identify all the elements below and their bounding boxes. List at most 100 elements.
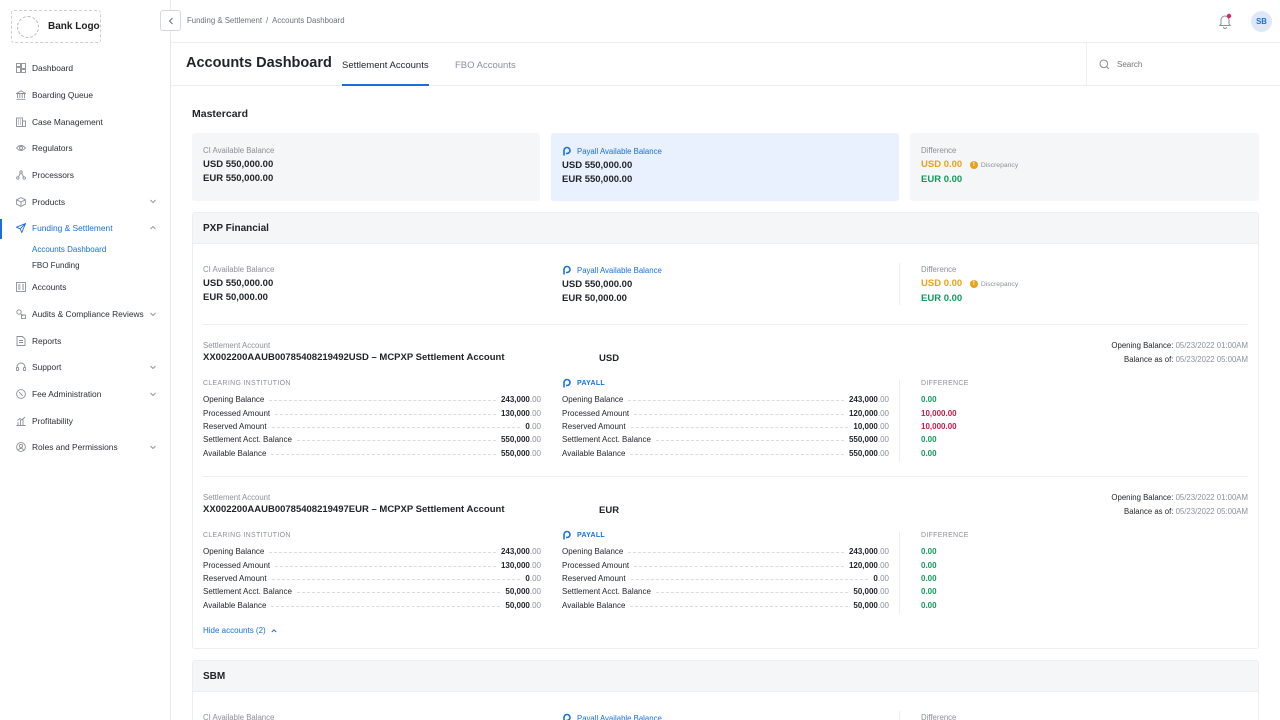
leader-dots bbox=[296, 440, 496, 442]
row-label: Settlement Acct. Balance bbox=[203, 587, 292, 597]
search-icon bbox=[1099, 59, 1110, 69]
sidebar-item-accounts[interactable]: Accounts bbox=[0, 274, 170, 301]
notification-bell-icon[interactable] bbox=[1218, 13, 1232, 29]
row-value: 550,000.00 bbox=[849, 435, 889, 444]
chevron-down-icon[interactable] bbox=[149, 363, 157, 371]
sidebar-nav: Dashboard Boarding Queue Case Management… bbox=[0, 55, 170, 461]
sidebar-item-support[interactable]: Support bbox=[0, 354, 170, 381]
table-row: Available Balance 50,000.00 bbox=[562, 599, 889, 612]
balance-as-of-label: Balance as of: bbox=[1124, 506, 1174, 516]
row-value: 50,000.00 bbox=[505, 601, 541, 610]
chevron-down-icon[interactable] bbox=[149, 390, 157, 398]
value-decimal: .00 bbox=[529, 587, 541, 597]
sidebar-subitem-accounts-dashboard[interactable]: Accounts Dashboard bbox=[0, 242, 170, 258]
table-row: Opening Balance 243,000.00 bbox=[203, 545, 541, 558]
ci-balance-card: CI Available Balance USD 550,000.00 EUR … bbox=[192, 133, 540, 201]
sidebar-item-fee-administration[interactable]: Fee Administration bbox=[0, 381, 170, 408]
row-value: 243,000.00 bbox=[849, 547, 889, 556]
balance-as-of-label: Balance as of: bbox=[1124, 354, 1174, 364]
avatar[interactable]: SB bbox=[1251, 11, 1272, 32]
sidebar-item-label: Products bbox=[32, 196, 66, 207]
value-integer: 550,000 bbox=[500, 435, 530, 445]
sidebar-item-audits-compliance[interactable]: Audits & Compliance Reviews bbox=[0, 301, 170, 328]
sidebar-subitem-fbo-funding[interactable]: FBO Funding bbox=[0, 258, 170, 274]
pxp-ci-balance: CI Available Balance USD 550,000.00 EUR … bbox=[203, 265, 274, 304]
row-label: Processed Amount bbox=[562, 408, 630, 418]
value-decimal: .00 bbox=[877, 547, 889, 557]
sidebar-item-case-management[interactable]: Case Management bbox=[0, 108, 170, 135]
sidebar-item-dashboard[interactable]: Dashboard bbox=[0, 55, 170, 82]
tab-fbo-accounts[interactable]: FBO Accounts bbox=[455, 60, 516, 86]
value-integer: 550,000 bbox=[500, 448, 530, 458]
sidebar-item-label: Reports bbox=[32, 335, 62, 346]
page-header: Accounts Dashboard Settlement Accounts F… bbox=[171, 43, 1280, 86]
chevron-down-icon[interactable] bbox=[149, 310, 157, 318]
sidebar-item-boarding-queue[interactable]: Boarding Queue bbox=[0, 82, 170, 109]
value-decimal: .00 bbox=[529, 600, 541, 610]
breadcrumb-parent[interactable]: Funding & Settlement bbox=[187, 16, 262, 25]
clearing-institution-heading: CLEARING INSTITUTION bbox=[203, 532, 291, 539]
leader-dots bbox=[271, 426, 521, 428]
settlement-account-name: XX002200AAUB00785408219497EUR – MCPXP Se… bbox=[203, 504, 505, 515]
row-label: Settlement Acct. Balance bbox=[562, 435, 651, 445]
sidebar-item-processors[interactable]: Processors bbox=[0, 162, 170, 189]
payall-balance-eur: EUR 550,000.00 bbox=[562, 174, 633, 185]
value-decimal: .00 bbox=[877, 587, 889, 597]
row-label: Reserved Amount bbox=[562, 421, 626, 431]
table-row: Settlement Acct. Balance 550,000.00 bbox=[562, 433, 889, 446]
difference-value: 0.00 bbox=[921, 448, 937, 458]
opening-balance-label: Opening Balance: bbox=[1111, 341, 1174, 350]
leader-dots bbox=[275, 413, 496, 415]
row-label: Opening Balance bbox=[203, 395, 265, 405]
row-value: 0.00 bbox=[525, 422, 541, 431]
row-label: Opening Balance bbox=[562, 547, 624, 557]
bank-logo[interactable]: Bank Logo bbox=[11, 10, 101, 43]
difference-label: Difference bbox=[921, 713, 957, 720]
value-integer: 243,000 bbox=[500, 547, 530, 557]
pxp-financial-group: PXP Financial CI Available Balance USD 5… bbox=[192, 212, 1259, 649]
sidebar-item-funding-settlement[interactable]: Funding & Settlement bbox=[0, 215, 170, 242]
row-value: 550,000.00 bbox=[501, 435, 541, 444]
table-row: Processed Amount 130,000.00 bbox=[203, 558, 541, 571]
hide-accounts-link[interactable]: Hide accounts (2) bbox=[203, 626, 278, 635]
main-content: Mastercard CI Available Balance USD 550,… bbox=[177, 92, 1274, 720]
sidebar-item-roles-permissions[interactable]: Roles and Permissions bbox=[0, 434, 170, 461]
divider bbox=[899, 532, 900, 614]
breadcrumb: Funding & Settlement / Accounts Dashboard bbox=[187, 16, 345, 25]
row-label: Reserved Amount bbox=[203, 573, 267, 583]
value-decimal: .00 bbox=[529, 573, 541, 583]
clearing-institution-heading: CLEARING INSTITUTION bbox=[203, 380, 291, 387]
opening-balance-date: 05/23/2022 01:00AM bbox=[1175, 493, 1248, 502]
sidebar-item-label: Dashboard bbox=[32, 63, 73, 74]
value-decimal: .00 bbox=[529, 547, 541, 557]
chevron-down-icon[interactable] bbox=[149, 197, 157, 205]
payall-heading-row: PAYALL bbox=[562, 378, 889, 388]
chevron-down-icon[interactable] bbox=[149, 443, 157, 451]
chevron-up-icon[interactable] bbox=[149, 224, 157, 232]
search-input[interactable] bbox=[1117, 59, 1257, 69]
tab-settlement-accounts[interactable]: Settlement Accounts bbox=[342, 60, 429, 86]
opening-balance-label: Opening Balance: bbox=[1111, 493, 1174, 502]
leader-dots bbox=[655, 592, 849, 594]
logo-placeholder-icon bbox=[17, 15, 39, 38]
table-row: Available Balance 50,000.00 bbox=[203, 599, 541, 612]
table-row: Reserved Amount 0.00 bbox=[203, 572, 541, 585]
value-decimal: .00 bbox=[877, 560, 889, 570]
payall-heading: PAYALL bbox=[577, 379, 605, 387]
sidebar-item-products[interactable]: Products bbox=[0, 188, 170, 215]
payall-logo-icon bbox=[563, 146, 571, 156]
payall-table: PAYALL Opening Balance 243,000.00 Process… bbox=[562, 530, 889, 612]
payall-balance-eur: EUR 50,000.00 bbox=[562, 293, 627, 304]
bank-icon bbox=[16, 90, 26, 100]
collapse-sidebar-button[interactable] bbox=[160, 10, 181, 31]
leader-dots bbox=[628, 400, 844, 402]
settlement-account-header: Settlement Account XX002200AAUB007854082… bbox=[203, 341, 505, 363]
sidebar-item-reports[interactable]: Reports bbox=[0, 327, 170, 354]
table-row: Opening Balance 243,000.00 bbox=[562, 393, 889, 406]
difference-value: 0.00 bbox=[921, 435, 937, 445]
sidebar: Bank Logo Dashboard Boarding Queue Case … bbox=[0, 0, 171, 720]
sidebar-item-profitability[interactable]: Profitability bbox=[0, 407, 170, 434]
sidebar-item-regulators[interactable]: Regulators bbox=[0, 135, 170, 162]
row-value: 550,000.00 bbox=[501, 449, 541, 458]
opening-balance-date: 05/23/2022 01:00AM bbox=[1175, 341, 1248, 350]
